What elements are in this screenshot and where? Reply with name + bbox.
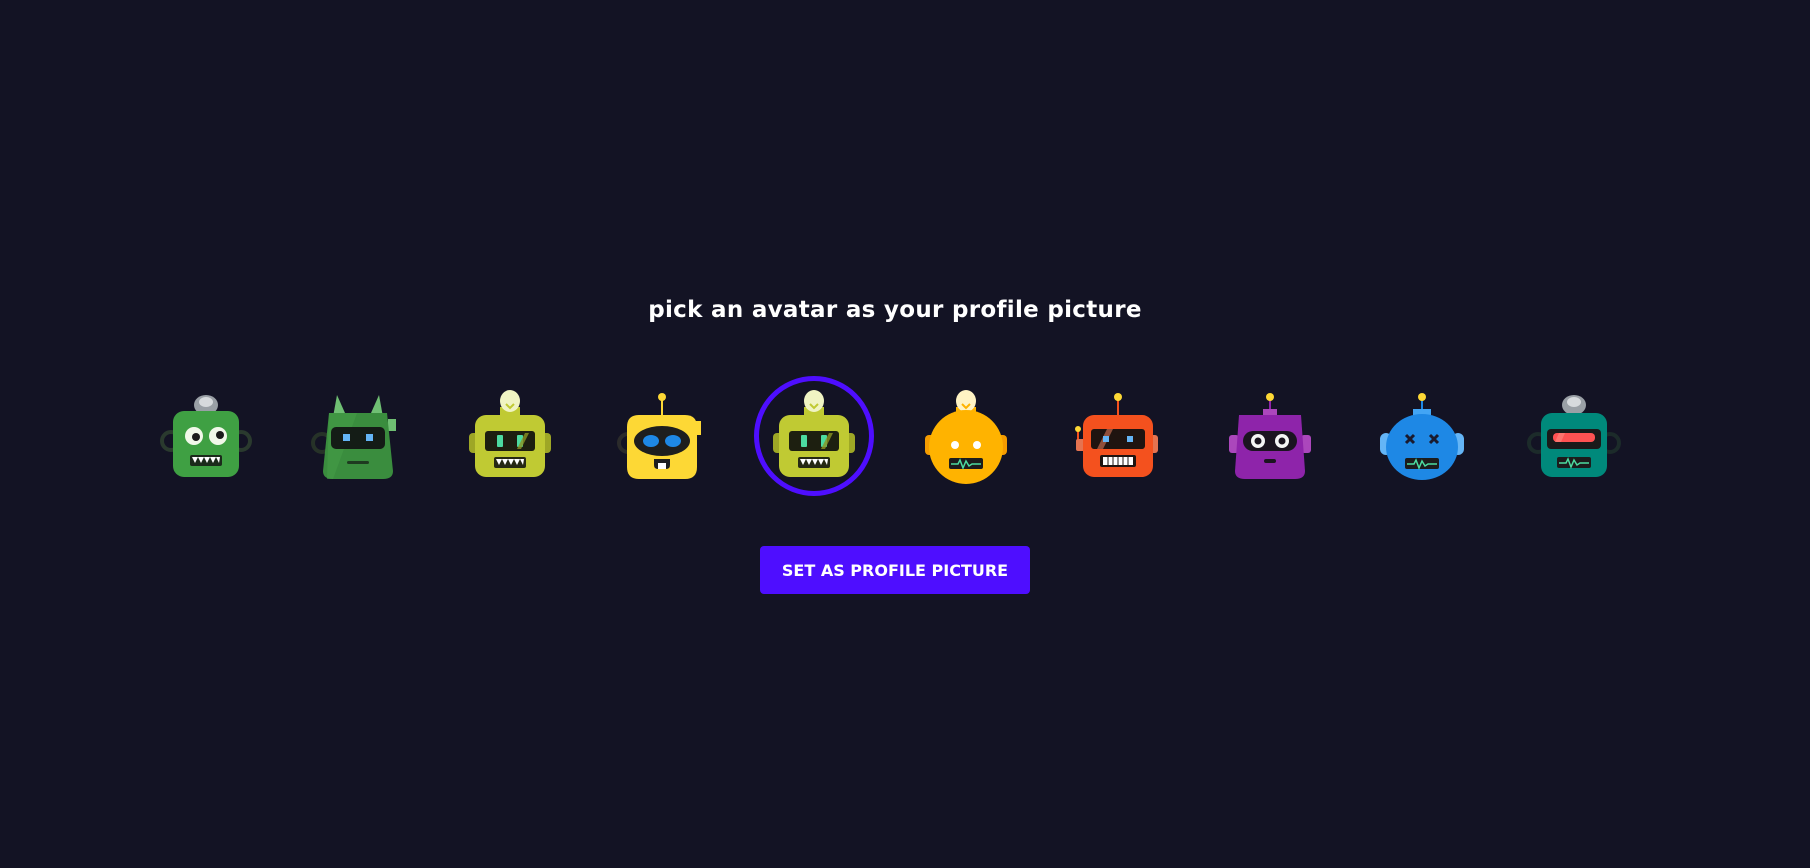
robot-avatar-icon <box>773 390 855 477</box>
avatar-option-3[interactable] <box>450 376 570 496</box>
robot-avatar-icon <box>1229 393 1311 479</box>
robot-avatar-icon <box>1380 393 1464 480</box>
robot-avatar-icon <box>1527 395 1621 477</box>
page-title: pick an avatar as your profile picture <box>648 297 1142 323</box>
robot-avatar-icon <box>160 395 252 477</box>
avatar-option-7[interactable] <box>1058 376 1178 496</box>
avatar-option-9[interactable] <box>1362 376 1482 496</box>
avatar-option-5[interactable] <box>754 376 874 496</box>
robot-avatar-icon <box>925 390 1007 484</box>
avatar-option-2[interactable] <box>298 376 418 496</box>
robot-avatar-icon <box>1075 393 1158 477</box>
robot-avatar-icon <box>469 390 551 477</box>
avatar-option-10[interactable] <box>1514 376 1634 496</box>
avatar-list <box>146 376 1646 496</box>
avatar-option-1[interactable] <box>146 376 266 496</box>
robot-avatar-icon <box>311 395 396 479</box>
avatar-option-4[interactable] <box>602 376 722 496</box>
avatar-picker-page: pick an avatar as your profile picture S… <box>0 0 1810 868</box>
avatar-option-8[interactable] <box>1210 376 1330 496</box>
avatar-option-6[interactable] <box>906 376 1026 496</box>
set-profile-picture-button[interactable]: SET AS PROFILE PICTURE <box>760 546 1030 594</box>
robot-avatar-icon <box>617 393 701 479</box>
